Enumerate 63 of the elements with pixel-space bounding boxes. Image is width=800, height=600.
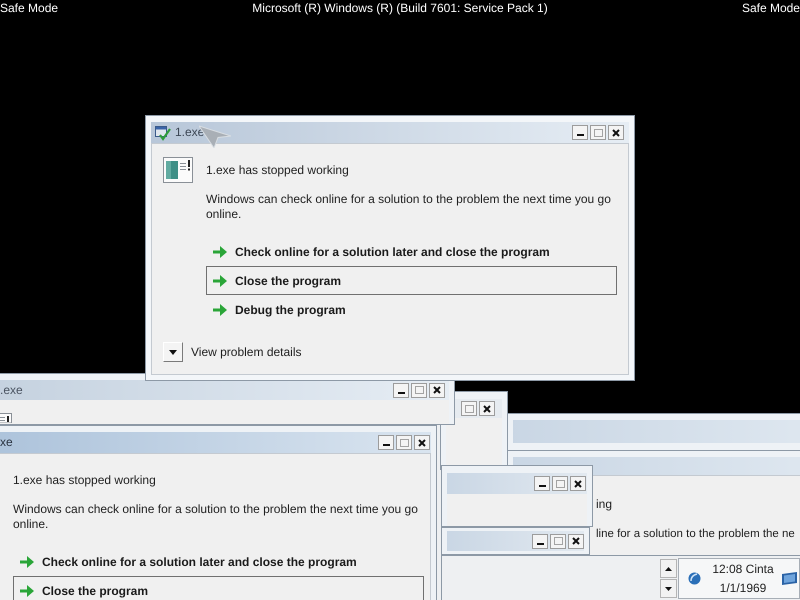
maximize-icon: [414, 386, 424, 394]
maximize-icon: [464, 404, 474, 412]
close-button[interactable]: [414, 435, 430, 450]
window-title: 1.exe: [175, 125, 204, 140]
close-button[interactable]: [570, 476, 586, 491]
details-toggle-label[interactable]: View problem details: [191, 344, 302, 360]
clock-time: 12:08 Cinta: [712, 560, 774, 578]
minimize-button[interactable]: [532, 534, 548, 548]
command-link[interactable]: Close the program: [13, 576, 424, 600]
close-icon: [612, 128, 620, 136]
minimize-button[interactable]: [534, 476, 550, 491]
window-title: xe: [0, 435, 13, 450]
minimize-icon: [538, 485, 546, 487]
safe-mode-label: Safe Mode: [742, 0, 800, 16]
close-icon: [433, 386, 441, 394]
maximize-icon: [594, 128, 602, 136]
close-button[interactable]: [479, 401, 495, 416]
arrow-right-icon: [213, 246, 227, 258]
dialog-heading: 1.exe has stopped working: [206, 162, 349, 178]
maximize-icon: [400, 438, 408, 446]
minimize-icon: [536, 542, 544, 544]
dialog-message: Windows can check online for a solution to the problem the next time you go online.: [206, 192, 612, 222]
dialog-message: Windows can check online for a solution to the problem the next time you go online.: [13, 502, 419, 532]
close-icon: [572, 537, 580, 545]
scroll-up-button[interactable]: [660, 559, 677, 578]
minimize-icon: [398, 392, 404, 394]
dialog-message: line for a solution to the problem the ne: [596, 527, 796, 542]
program-icon: [155, 124, 171, 140]
network-icon: [688, 571, 701, 586]
minimize-icon: [576, 134, 584, 136]
monitor-icon[interactable]: [782, 572, 797, 585]
clock-date: 1/1/1969: [720, 580, 766, 596]
minimize-button[interactable]: [572, 125, 588, 140]
maximize-icon: [556, 480, 564, 488]
arrow-right-icon: [20, 556, 34, 568]
close-button[interactable]: [568, 534, 584, 548]
dialog-heading: 1.exe has stopped working: [13, 472, 156, 488]
build-info-label: Microsoft (R) Windows (R) (Build 7601: Service Pack 1): [252, 0, 548, 16]
dialog-heading: ing: [596, 497, 614, 512]
close-button[interactable]: [429, 382, 445, 398]
minimize-button[interactable]: [378, 435, 394, 450]
caret-up-icon: [665, 566, 672, 570]
command-link[interactable]: Debug the program: [206, 295, 617, 324]
command-link[interactable]: Check online for a solution later and close the program: [206, 237, 617, 266]
close-icon: [574, 480, 582, 488]
command-link[interactable]: Check online for a solution later and close the program: [13, 547, 424, 576]
arrow-right-icon: [213, 274, 227, 286]
expand-button[interactable]: [163, 342, 183, 362]
safe-mode-label: Safe Mode: [0, 0, 58, 16]
caret-down-icon: [169, 350, 177, 354]
minimize-button[interactable]: [393, 382, 409, 398]
command-link[interactable]: Close the program: [206, 266, 617, 295]
caret-down-icon: [665, 586, 672, 590]
scroll-down-button[interactable]: [660, 579, 677, 598]
maximize-icon: [554, 537, 562, 545]
window-alert-icon: [163, 157, 193, 183]
close-icon: [418, 438, 426, 446]
arrow-right-icon: [213, 304, 227, 316]
close-button[interactable]: [608, 125, 624, 140]
minimize-icon: [382, 444, 390, 446]
arrow-right-icon: [20, 584, 34, 596]
close-icon: [483, 404, 491, 412]
window-title: .exe: [0, 382, 23, 398]
